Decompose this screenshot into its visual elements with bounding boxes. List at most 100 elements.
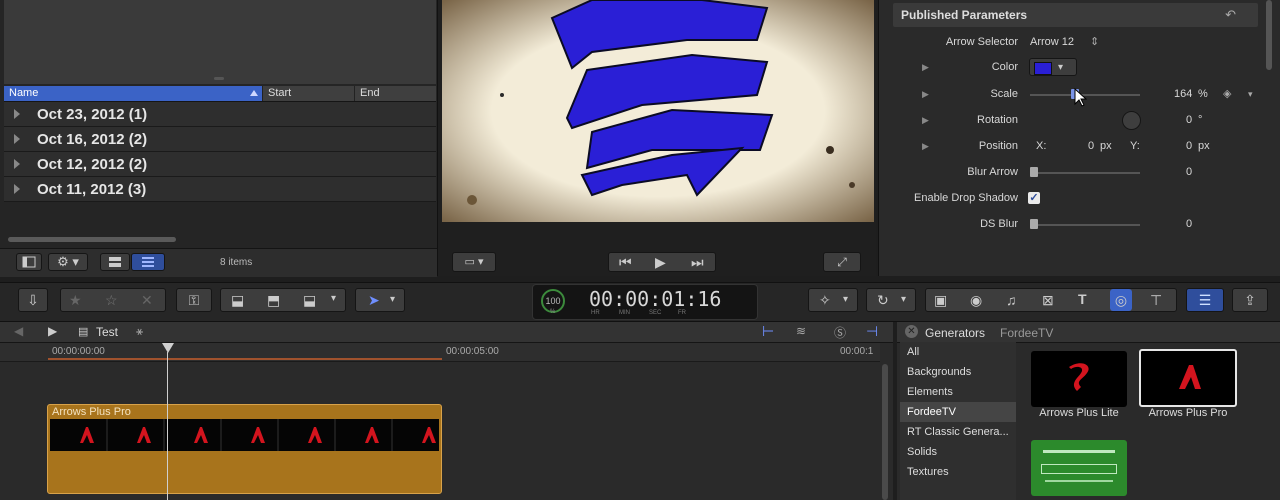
generator-thumbnail[interactable]: [1031, 351, 1127, 407]
rating-box-graphic: [1041, 464, 1117, 474]
go-to-start-icon[interactable]: ⏮: [619, 254, 632, 271]
import-media-button[interactable]: ⇩: [18, 288, 48, 312]
library-horizontal-scrollbar[interactable]: [8, 237, 176, 242]
popup-arrows-icon[interactable]: ⇕: [1090, 32, 1099, 52]
category-item[interactable]: Elements: [900, 382, 1016, 402]
generator-thumbnail[interactable]: [1031, 440, 1127, 496]
chevron-down-icon[interactable]: ▾: [1248, 84, 1253, 104]
disclosure-triangle-icon[interactable]: [14, 159, 20, 169]
filmstrip-view-button[interactable]: [100, 253, 130, 271]
param-position: ▶ Position X: 0 px Y: 0 px: [878, 136, 1258, 156]
list-view-button[interactable]: [131, 253, 165, 271]
unrate-star-icon[interactable]: ☆: [105, 292, 118, 309]
position-x-unit: px: [1100, 140, 1112, 152]
select-tool-button[interactable]: ➤ ▾: [355, 288, 405, 312]
scale-value[interactable]: 164: [1174, 84, 1192, 104]
event-row[interactable]: Oct 12, 2012 (2): [4, 152, 436, 177]
column-name[interactable]: Name: [4, 86, 262, 101]
insert-clip-icon[interactable]: ⬒: [267, 292, 280, 309]
playhead-line[interactable]: [167, 352, 168, 500]
column-end[interactable]: End: [354, 86, 436, 101]
go-to-end-icon[interactable]: ⏭: [691, 254, 704, 271]
connect-clip-icon[interactable]: ⬓: [231, 292, 244, 309]
photos-icon[interactable]: ▣: [934, 292, 947, 309]
event-row[interactable]: Oct 23, 2012 (1): [4, 102, 436, 127]
back-arrow-icon[interactable]: ◀: [14, 324, 23, 338]
drop-shadow-checkbox[interactable]: ✓: [1028, 192, 1040, 204]
snapping-icon[interactable]: ⊣: [866, 323, 878, 340]
timeline-index-icon[interactable]: ⚹: [136, 324, 143, 339]
blur-slider-knob[interactable]: [1030, 167, 1038, 177]
playhead-handle[interactable]: [162, 343, 174, 353]
generators-icon[interactable]: ◎: [1110, 289, 1132, 311]
blur-slider-track[interactable]: [1030, 172, 1140, 174]
timecode-unit-hr: HR: [591, 310, 600, 316]
chevron-down-icon[interactable]: ▾: [331, 293, 336, 304]
inspector-toggle-button[interactable]: ☰: [1186, 288, 1224, 312]
position-y-unit: px: [1198, 140, 1210, 152]
play-icon[interactable]: ▶: [655, 254, 666, 271]
disclosure-triangle-icon[interactable]: [14, 134, 20, 144]
disclosure-triangle-icon[interactable]: [14, 184, 20, 194]
themes-icon[interactable]: ⊤: [1150, 292, 1162, 309]
position-y-value[interactable]: 0: [1186, 136, 1192, 156]
timeline-clip[interactable]: Arrows Plus Pro: [47, 404, 442, 494]
action-menu-button[interactable]: ⚙ ▾: [48, 253, 88, 271]
viewer-options-button[interactable]: ▭ ▾: [452, 252, 496, 272]
timeline-ruler[interactable]: 00:00:00:00 00:00:05:00 00:00:1: [0, 343, 880, 362]
titles-icon[interactable]: T: [1078, 291, 1087, 307]
column-start[interactable]: Start: [262, 86, 354, 101]
append-clip-icon[interactable]: ⬓: [303, 292, 316, 309]
timecode-unit-fr: FR: [678, 310, 686, 316]
category-item[interactable]: Backgrounds: [900, 362, 1016, 382]
camera-icon[interactable]: ◉: [970, 292, 982, 309]
category-item[interactable]: Solids: [900, 442, 1016, 462]
close-icon[interactable]: ✕: [905, 325, 918, 338]
viewer-canvas[interactable]: [442, 0, 874, 222]
rotation-value[interactable]: 0: [1186, 110, 1192, 130]
event-row[interactable]: Oct 16, 2012 (2): [4, 127, 436, 152]
show-hide-library-button[interactable]: [16, 253, 42, 271]
keyword-button[interactable]: ⚿: [176, 288, 212, 312]
category-item-selected[interactable]: FordeeTV: [900, 402, 1016, 422]
favorite-star-icon[interactable]: ★: [69, 292, 82, 309]
generator-thumbnail-selected[interactable]: [1139, 349, 1237, 407]
timecode-display[interactable]: 100 % 00:00:01:16 HR MIN SEC FR: [532, 284, 758, 320]
solo-icon[interactable]: Ⓢ: [834, 324, 846, 341]
filmstrip-thumbnails: [80, 419, 436, 451]
reset-icon[interactable]: ↶: [1225, 7, 1236, 23]
category-item[interactable]: Textures: [900, 462, 1016, 482]
retime-button[interactable]: ↻ ▾: [866, 288, 916, 312]
music-icon[interactable]: ♫: [1006, 292, 1017, 308]
inspector-scrollbar[interactable]: [1266, 0, 1272, 70]
skimming-icon[interactable]: ⊢: [762, 323, 774, 340]
keyframe-icon[interactable]: ◈: [1223, 84, 1231, 104]
arrow-selector-popup[interactable]: Arrow 12: [1030, 32, 1074, 52]
full-screen-button[interactable]: ⤢: [823, 252, 861, 272]
splitter-handle[interactable]: [214, 77, 224, 80]
enhancements-button[interactable]: ✧ ▾: [808, 288, 858, 312]
param-label: Arrow Selector: [945, 36, 1018, 48]
event-row[interactable]: Oct 11, 2012 (3): [4, 177, 436, 202]
color-swatch: [1034, 62, 1052, 75]
arrow-logo-icon: [1179, 365, 1201, 389]
library-preview-area: [4, 0, 436, 84]
transitions-icon[interactable]: ⊠: [1042, 292, 1054, 309]
color-well[interactable]: ▾: [1029, 58, 1077, 76]
position-x-value[interactable]: 0: [1088, 136, 1094, 156]
ds-blur-slider-knob[interactable]: [1030, 219, 1038, 229]
rotation-dial[interactable]: [1122, 111, 1141, 130]
ds-blur-value[interactable]: 0: [1186, 214, 1192, 234]
timeline-vertical-scrollbar[interactable]: [882, 364, 888, 500]
clip-title: Arrows Plus Pro: [52, 406, 131, 418]
forward-arrow-icon[interactable]: ▶: [48, 324, 57, 338]
category-item[interactable]: RT Classic Genera...: [900, 422, 1016, 442]
audio-waveform-icon[interactable]: ≋: [796, 324, 806, 338]
viewer-options-icon: ▭ ▾: [464, 256, 484, 268]
ds-blur-slider-track[interactable]: [1030, 224, 1140, 226]
reject-icon[interactable]: ✕: [141, 292, 153, 309]
category-item[interactable]: All: [900, 342, 1016, 362]
share-button[interactable]: ⇪: [1232, 288, 1268, 312]
disclosure-triangle-icon[interactable]: [14, 109, 20, 119]
blur-arrow-value[interactable]: 0: [1186, 162, 1192, 182]
